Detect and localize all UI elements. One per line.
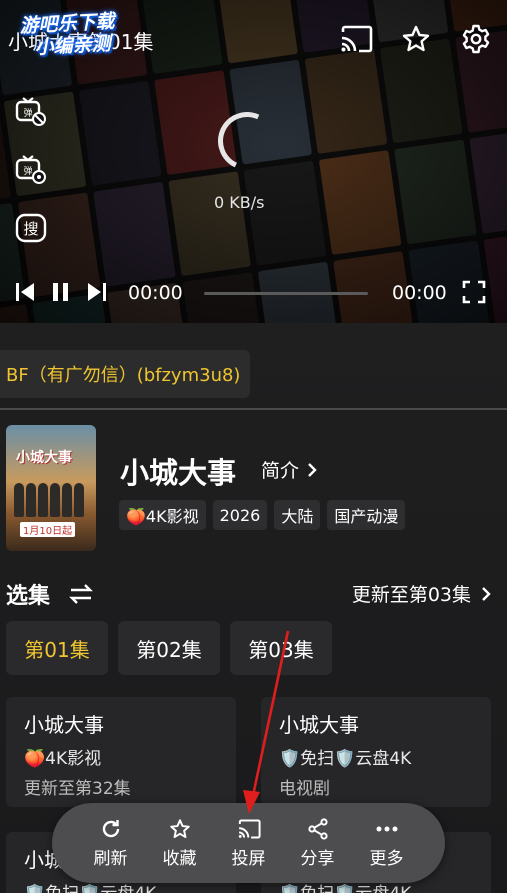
- tag-genre[interactable]: 国产动漫: [327, 500, 406, 530]
- player-controls: 00:00 00:00: [0, 278, 507, 310]
- time-total: 00:00: [392, 282, 447, 304]
- chevron-right-icon: [308, 462, 317, 477]
- rec-status: 更新至第32集: [24, 779, 131, 799]
- progress-slider[interactable]: [204, 292, 368, 295]
- pause-icon[interactable]: [50, 280, 72, 308]
- more-button[interactable]: 更多: [358, 818, 416, 869]
- more-label: 更多: [369, 848, 404, 869]
- rec-source: 🛡️免扫🛡️云盘4K: [279, 749, 412, 769]
- intro-label: 简介: [261, 460, 300, 482]
- share-label: 分享: [300, 848, 335, 869]
- show-title: 小城大事: [120, 456, 237, 490]
- tag-region[interactable]: 大陆: [274, 500, 321, 530]
- rec-title: 小城大事: [24, 713, 104, 737]
- svg-text:搜: 搜: [23, 220, 38, 238]
- player-side-actions: 弹 弹 搜: [14, 96, 48, 244]
- tag-source[interactable]: 🍑4K影视: [119, 500, 206, 530]
- episodes-update-link[interactable]: 更新至第03集: [352, 580, 491, 607]
- svg-text:弹: 弹: [23, 107, 32, 119]
- favorite-button[interactable]: 收藏: [151, 818, 209, 869]
- source-selector[interactable]: BF（有广勿信）(bfzym3u8): [0, 350, 251, 398]
- download-speed: 0 KB/s: [214, 193, 265, 212]
- cast-icon[interactable]: [339, 22, 373, 56]
- intro-link[interactable]: 简介: [261, 456, 317, 483]
- recommendation-card[interactable]: 小城大事 🛡️免扫🛡️云盘4K 电视剧: [261, 697, 491, 807]
- episode-button[interactable]: 第03集: [230, 621, 332, 675]
- chevron-right-icon: [482, 586, 491, 601]
- cover-people: [14, 483, 84, 517]
- update-label: 更新至第03集: [351, 584, 471, 606]
- recommendation-card[interactable]: 小城大事 🍑4K影视 更新至第32集: [6, 697, 236, 807]
- cast-button[interactable]: 投屏: [220, 818, 278, 869]
- search-tag-icon[interactable]: 搜: [14, 212, 48, 244]
- episode-button[interactable]: 第01集: [6, 621, 108, 675]
- episode-button[interactable]: 第02集: [118, 621, 220, 675]
- tag-year[interactable]: 2026: [212, 500, 268, 530]
- refresh-icon: [102, 819, 119, 837]
- cover-date: 1月10日起: [20, 522, 76, 537]
- show-cover[interactable]: 小城大事 1月10日起: [6, 425, 96, 551]
- player-top-actions: [339, 22, 493, 56]
- time-current: 00:00: [128, 282, 183, 304]
- rec-source: 🍑4K影视: [24, 749, 102, 769]
- favorite-label: 收藏: [162, 848, 197, 869]
- video-player[interactable]: 小城大事第01集 游吧乐下载 小编亲测 弹 弹 搜 0 KB/s 00:00 0…: [0, 0, 507, 323]
- episode-list: 第01集 第02集 第03集: [6, 621, 332, 675]
- cast-label: 投屏: [231, 848, 266, 869]
- refresh-button[interactable]: 刷新: [82, 818, 140, 869]
- fullscreen-icon[interactable]: [462, 280, 486, 308]
- svg-text:弹: 弹: [23, 165, 32, 177]
- tv-settings-icon[interactable]: 弹: [14, 154, 48, 186]
- cast-icon: [238, 819, 261, 838]
- cover-title: 小城大事: [16, 450, 72, 466]
- skip-previous-icon[interactable]: [14, 280, 36, 308]
- show-tags: 🍑4K影视 2026 大陆 国产动漫: [119, 500, 406, 530]
- gear-icon[interactable]: [459, 22, 493, 56]
- share-icon: [307, 817, 328, 840]
- share-button[interactable]: 分享: [289, 817, 347, 869]
- section-divider: [0, 408, 507, 410]
- skip-next-icon[interactable]: [86, 280, 108, 308]
- rec-status: 电视剧: [279, 779, 330, 799]
- swap-icon[interactable]: [68, 583, 94, 605]
- episodes-header: 选集: [6, 578, 94, 610]
- tv-block-icon[interactable]: 弹: [14, 96, 48, 128]
- bottom-action-bar: 刷新 收藏 投屏 分享 更多: [52, 803, 445, 883]
- star-icon[interactable]: [399, 22, 433, 56]
- watermark-logo: 游吧乐下载 小编亲测: [19, 9, 151, 60]
- app-root: 小城大事第01集 游吧乐下载 小编亲测 弹 弹 搜 0 KB/s 00:00 0…: [0, 0, 507, 893]
- more-dots-icon: [376, 826, 397, 831]
- rec-title: 小城大事: [279, 713, 359, 737]
- refresh-label: 刷新: [93, 848, 128, 869]
- star-icon: [169, 818, 190, 838]
- episodes-label: 选集: [6, 584, 51, 609]
